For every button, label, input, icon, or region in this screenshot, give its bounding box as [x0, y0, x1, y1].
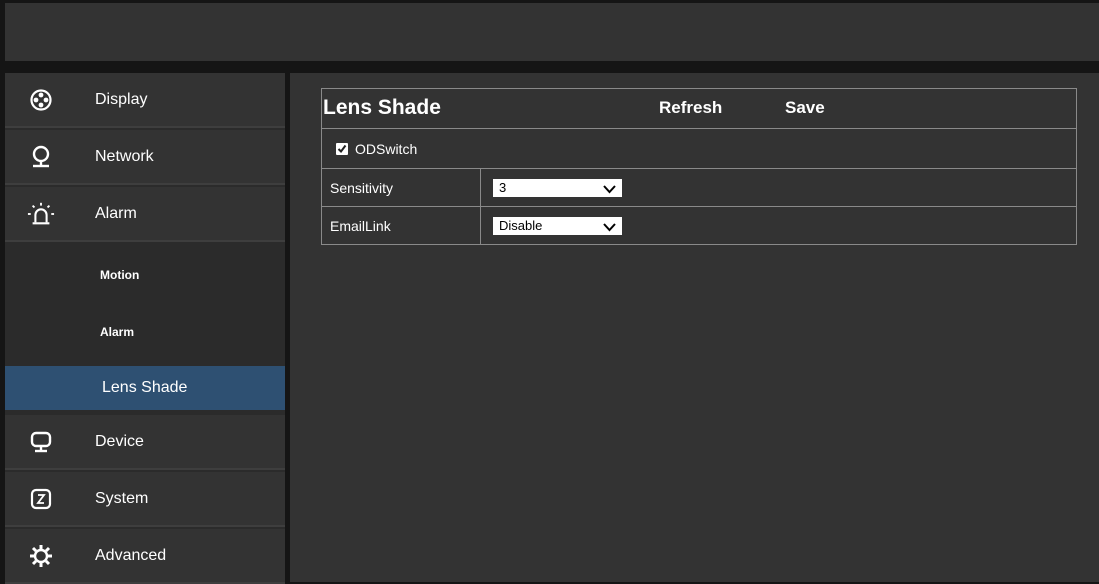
- chevron-down-icon: [603, 182, 616, 197]
- sidebar: Display Network Alarm Motion Alarm Lens …: [5, 73, 285, 584]
- top-header-bar: [5, 3, 1099, 61]
- main-content: Lens Shade Refresh Save ODSwitch Sensiti…: [290, 73, 1099, 582]
- sensitivity-select[interactable]: 3: [493, 178, 622, 197]
- sensitivity-value: 3: [499, 179, 507, 195]
- gear-icon: [27, 542, 55, 570]
- monitor-icon: [27, 428, 55, 456]
- sensitivity-row: Sensitivity 3: [322, 169, 1076, 207]
- sidebar-item-device[interactable]: Device: [5, 415, 285, 470]
- globe-stand-icon: [27, 143, 55, 171]
- sidebar-item-network[interactable]: Network: [5, 130, 285, 185]
- sidebar-item-label: Alarm: [95, 204, 137, 222]
- sidebar-item-label: Device: [95, 432, 144, 450]
- submenu-item-label: Lens Shade: [102, 379, 188, 396]
- sidebar-item-display[interactable]: Display: [5, 73, 285, 128]
- film-reel-icon: [27, 86, 55, 114]
- submenu-item-label: Alarm: [100, 325, 135, 339]
- sidebar-item-label: Advanced: [95, 546, 167, 564]
- row-divider: [480, 207, 481, 244]
- refresh-button[interactable]: Refresh: [659, 98, 722, 118]
- sidebar-item-system[interactable]: System: [5, 472, 285, 527]
- odswitch-checkbox[interactable]: [336, 142, 348, 155]
- sidebar-item-advanced[interactable]: Advanced: [5, 529, 285, 584]
- emaillink-select[interactable]: Disable: [493, 216, 622, 235]
- submenu-item-alarm[interactable]: Alarm: [5, 310, 285, 354]
- sidebar-item-label: Display: [95, 90, 148, 108]
- submenu-item-label: Motion: [100, 268, 140, 282]
- odswitch-label: ODSwitch: [355, 140, 418, 157]
- clock-box-icon: [27, 485, 55, 513]
- chevron-down-icon: [603, 220, 616, 235]
- alarm-bulb-icon: [27, 200, 55, 228]
- sidebar-item-alarm[interactable]: Alarm: [5, 187, 285, 242]
- row-divider: [480, 169, 481, 206]
- emaillink-row: EmailLink Disable: [322, 207, 1076, 244]
- page-title: Lens Shade: [323, 96, 441, 119]
- panel-header: Lens Shade Refresh Save: [322, 89, 1076, 129]
- save-button[interactable]: Save: [785, 98, 825, 118]
- submenu-item-motion[interactable]: Motion: [5, 253, 285, 297]
- odswitch-row: ODSwitch: [322, 129, 1076, 169]
- sidebar-item-label: Network: [95, 147, 154, 165]
- header-divider: [0, 61, 1099, 73]
- lens-shade-panel: Lens Shade Refresh Save ODSwitch Sensiti…: [321, 88, 1077, 245]
- sensitivity-label: Sensitivity: [330, 179, 394, 196]
- emaillink-label: EmailLink: [330, 217, 391, 234]
- emaillink-value: Disable: [499, 217, 543, 233]
- sidebar-item-label: System: [95, 489, 149, 507]
- submenu-item-lens-shade[interactable]: Lens Shade: [5, 366, 285, 410]
